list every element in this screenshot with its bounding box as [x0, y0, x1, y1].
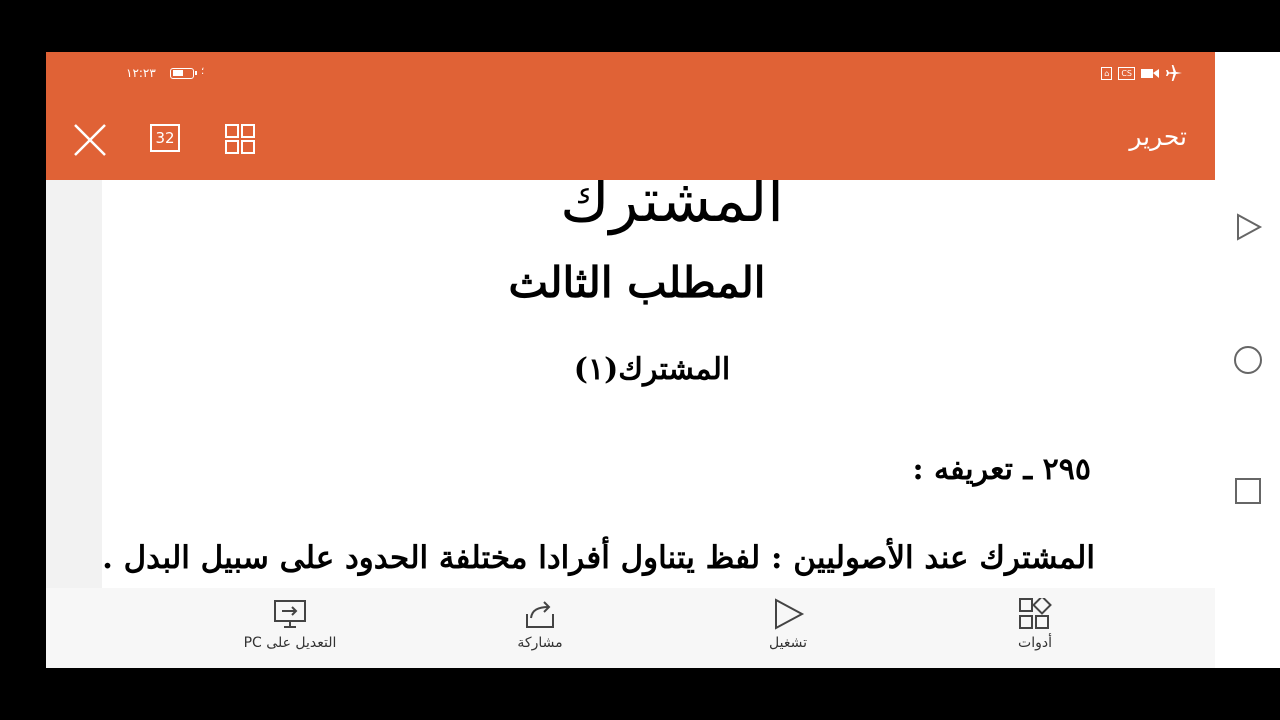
nav-home-button[interactable]	[1233, 345, 1263, 375]
share-button[interactable]: مشاركة	[465, 598, 615, 651]
definition-text: المشترك عند الأصوليين : لفظ يتناول أفراد…	[102, 540, 1095, 576]
toolbar-label-play: تشغيل	[769, 635, 807, 651]
grid-view-button[interactable]	[222, 122, 258, 158]
app-header: ١٢:٢٣ ؛ ⌂ CS 32 تحرير	[46, 52, 1215, 180]
edit-on-pc-button[interactable]: التعديل على PC	[215, 598, 365, 651]
toolbar-label-tools: أدوات	[1018, 635, 1052, 651]
close-button[interactable]	[72, 122, 108, 158]
toolbar-label-edit-on-pc: التعديل على PC	[243, 635, 337, 651]
recents-square-icon	[1235, 478, 1261, 504]
nav-back-button[interactable]	[1233, 212, 1263, 242]
airplane-mode-icon	[1166, 65, 1182, 81]
system-navigation-bar	[1215, 52, 1280, 668]
cs-icon: CS	[1118, 66, 1135, 80]
share-icon	[526, 601, 554, 628]
document-heading-large: المشترك	[560, 180, 784, 236]
section-number: ٢٩٥ ـ تعريفه :	[912, 452, 1091, 487]
play-button[interactable]: تشغيل	[713, 598, 863, 651]
edit-button[interactable]: تحرير	[1129, 122, 1187, 151]
play-icon	[775, 598, 805, 630]
status-icons: ⌂ CS	[1101, 65, 1183, 81]
close-icon	[74, 124, 106, 156]
document-heading: المطلب الثالث	[508, 258, 766, 307]
video-camera-icon	[1141, 69, 1159, 78]
tools-icon	[1019, 598, 1052, 629]
phone-screen: ١٢:٢٣ ؛ ⌂ CS 32 تحرير المشترك المطلب الث…	[46, 52, 1215, 668]
nav-recents-button[interactable]	[1233, 476, 1263, 506]
back-triangle-icon	[1237, 213, 1263, 241]
home-circle-icon	[1234, 346, 1262, 374]
status-time: ١٢:٢٣	[126, 66, 156, 80]
status-glyph: ؛	[201, 66, 205, 77]
document-page[interactable]: المشترك المطلب الثالث المشترك(١) ٢٩٥ ـ ت…	[102, 180, 1215, 588]
edit-on-pc-icon	[274, 600, 306, 628]
notification-icon: ⌂	[1101, 66, 1113, 80]
bottom-toolbar: التعديل على PC مشاركة تشغيل أدوات	[46, 588, 1215, 668]
page-count-badge: 32	[150, 124, 180, 152]
page-count-button[interactable]: 32	[148, 122, 184, 158]
toolbar-label-share: مشاركة	[517, 635, 563, 651]
grid-icon	[225, 124, 255, 154]
tools-button[interactable]: أدوات	[960, 598, 1110, 651]
document-subheading: المشترك(١)	[573, 352, 731, 387]
battery-icon	[170, 68, 197, 79]
